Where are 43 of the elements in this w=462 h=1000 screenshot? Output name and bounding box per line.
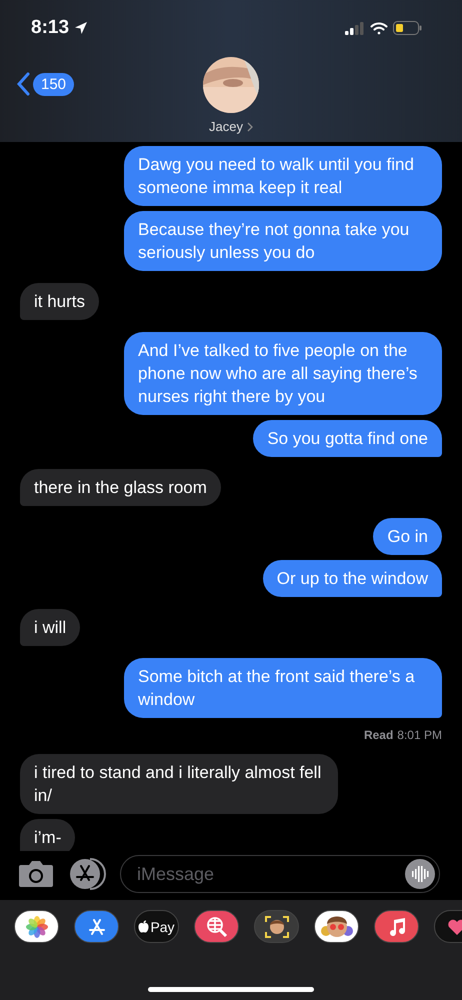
voice-icon[interactable] (405, 859, 435, 889)
wifi-icon (370, 22, 388, 34)
app-drawer-button[interactable] (14, 910, 59, 943)
sent-message: Go in (373, 518, 442, 555)
appstore-icon (86, 916, 106, 936)
received-message: it hurts (20, 283, 100, 320)
sent-message: Because they’re not gonna take you seriously unless you do (124, 211, 442, 271)
app-drawer-button[interactable] (194, 910, 239, 943)
contact-name[interactable]: Jacey (209, 119, 253, 134)
chevron-right-icon (246, 122, 253, 132)
camera-icon[interactable] (18, 860, 54, 888)
sent-message: Some bitch at the front said there’s a window (124, 658, 442, 718)
battery-icon (393, 21, 422, 35)
app-drawer-button[interactable] (314, 910, 359, 943)
app-drawer-button[interactable] (374, 910, 419, 943)
apple-icon (138, 920, 150, 933)
received-message: there in the glass room (20, 469, 221, 506)
flower-icon (24, 914, 48, 938)
sent-message: And I’ve talked to five people on the phone now who are all saying there’s nurses right there by you (124, 332, 442, 415)
received-message: i’m- (20, 819, 76, 851)
back-button[interactable]: 150 (16, 72, 74, 96)
sent-message: Or up to the window (262, 560, 442, 597)
sent-message: So you gotta find one (253, 420, 442, 457)
chevron-left-icon (16, 72, 31, 96)
globe-search-icon (204, 914, 228, 938)
music-note-icon (388, 916, 406, 936)
received-message: i will (20, 609, 80, 646)
app-drawer-button[interactable] (254, 910, 299, 943)
clock-time: 8:13 (31, 17, 70, 39)
message-input[interactable]: iMessage (135, 862, 405, 886)
signal-icon (345, 22, 365, 34)
pay-label: Pay (150, 918, 175, 934)
sent-message: Dawg you need to walk until you find someone imma keep it real (124, 146, 442, 206)
received-message: i tired to stand and i literally almost fell in/ (20, 754, 338, 814)
location-arrow-icon (74, 21, 88, 35)
avatar-icon (264, 914, 290, 940)
unread-count: 150 (33, 72, 74, 96)
app-drawer-button[interactable]: Pay (134, 910, 179, 943)
message-field[interactable]: iMessage (120, 855, 440, 893)
appstore-icon[interactable] (68, 857, 106, 891)
read-receipt: Read 8:01 PM (364, 728, 442, 742)
heart-icon (446, 918, 462, 936)
app-drawer-button[interactable] (74, 910, 119, 943)
